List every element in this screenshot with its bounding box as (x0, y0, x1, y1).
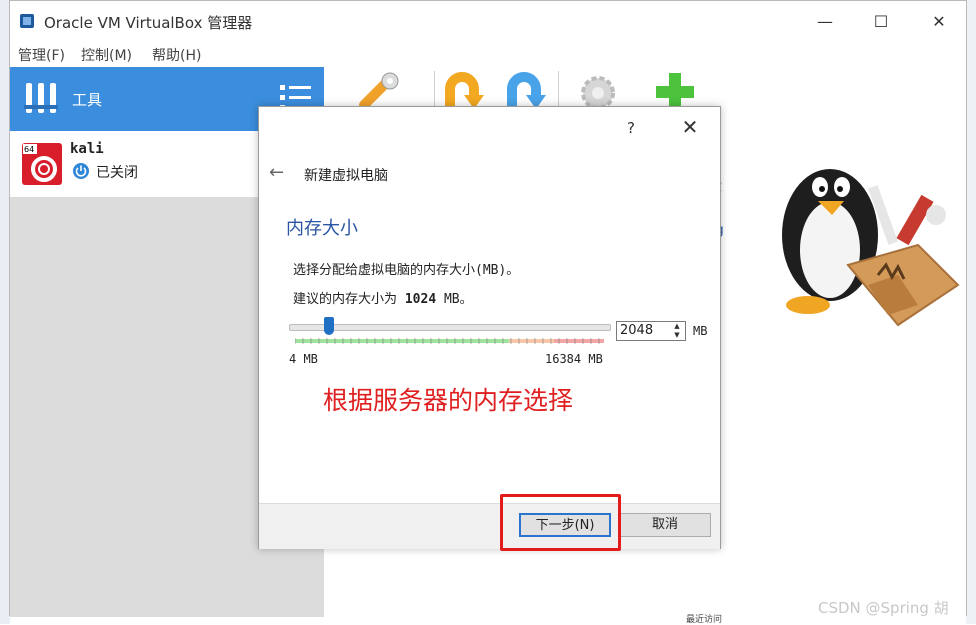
menu-manage[interactable]: 管理(F) (18, 45, 65, 65)
tools-icon (24, 83, 58, 113)
watermark: CSDN @Spring 胡 (818, 599, 949, 617)
tools-label: 工具 (72, 91, 103, 109)
arch-badge: 64 (24, 145, 34, 154)
add-icon[interactable] (654, 71, 696, 111)
memory-min-label: 4 MB (289, 352, 318, 366)
vm-state: 已关闭 (96, 165, 138, 181)
memory-max-label: 16384 MB (545, 352, 603, 366)
menu-help[interactable]: 帮助(H) (152, 45, 201, 65)
section-title: 内存大小 (286, 218, 358, 239)
recent-label: 最近访问 (686, 615, 723, 625)
new-vm-dialog: ? ✕ ← 新建虚拟电脑 内存大小 选择分配给虚拟电脑的内存大小(MB)。 建议… (258, 106, 721, 549)
vm-name: kali (70, 141, 104, 157)
memory-description: 选择分配给虚拟电脑的内存大小(MB)。 (293, 263, 520, 278)
help-button[interactable]: ? (627, 119, 635, 137)
memory-unit-label: MB (693, 324, 708, 338)
annotation-highlight-box (500, 494, 621, 551)
close-button[interactable]: ✕ (916, 1, 962, 43)
cancel-button[interactable]: 取消 (619, 513, 711, 537)
dialog-close-button[interactable]: ✕ (679, 115, 701, 139)
dialog-title: 新建虚拟电脑 (304, 168, 388, 184)
recommend-value: 1024 (404, 292, 437, 307)
spin-up-icon[interactable]: ▲ (670, 322, 684, 331)
memory-scale-bar (295, 338, 604, 344)
tux-toolbox-illustration (782, 169, 960, 327)
debian-os-icon: 64 (22, 143, 62, 185)
memory-recommendation: 建议的内存大小为 1024 MB。 (293, 288, 473, 307)
menu-control[interactable]: 控制(M) (81, 45, 132, 65)
spin-down-icon[interactable]: ▼ (670, 331, 684, 340)
start-arrow-icon[interactable] (504, 71, 548, 111)
scale-segment (554, 339, 604, 343)
discard-arrow-icon[interactable] (442, 71, 486, 111)
window-title: Oracle VM VirtualBox 管理器 (44, 14, 253, 32)
scale-segment (509, 339, 554, 343)
memory-slider-handle[interactable] (324, 317, 334, 335)
toolbar-separator (434, 71, 435, 111)
memory-slider-track[interactable] (289, 324, 611, 331)
back-arrow-icon[interactable]: ← (269, 162, 284, 183)
maximize-button[interactable]: ☐ (858, 1, 904, 43)
toolbar-separator (558, 71, 559, 111)
virtualbox-icon (20, 14, 34, 28)
gear-icon[interactable] (578, 71, 618, 111)
settings-wrench-icon[interactable] (354, 71, 408, 111)
title-bar: Oracle VM VirtualBox 管理器 — ☐ ✕ (10, 1, 966, 43)
power-icon (73, 163, 89, 179)
recommend-suffix: MB。 (436, 292, 473, 307)
recommend-prefix: 建议的内存大小为 (293, 292, 398, 307)
annotation-text: 根据服务器的内存选择 (323, 386, 574, 415)
minimize-button[interactable]: — (802, 1, 848, 43)
